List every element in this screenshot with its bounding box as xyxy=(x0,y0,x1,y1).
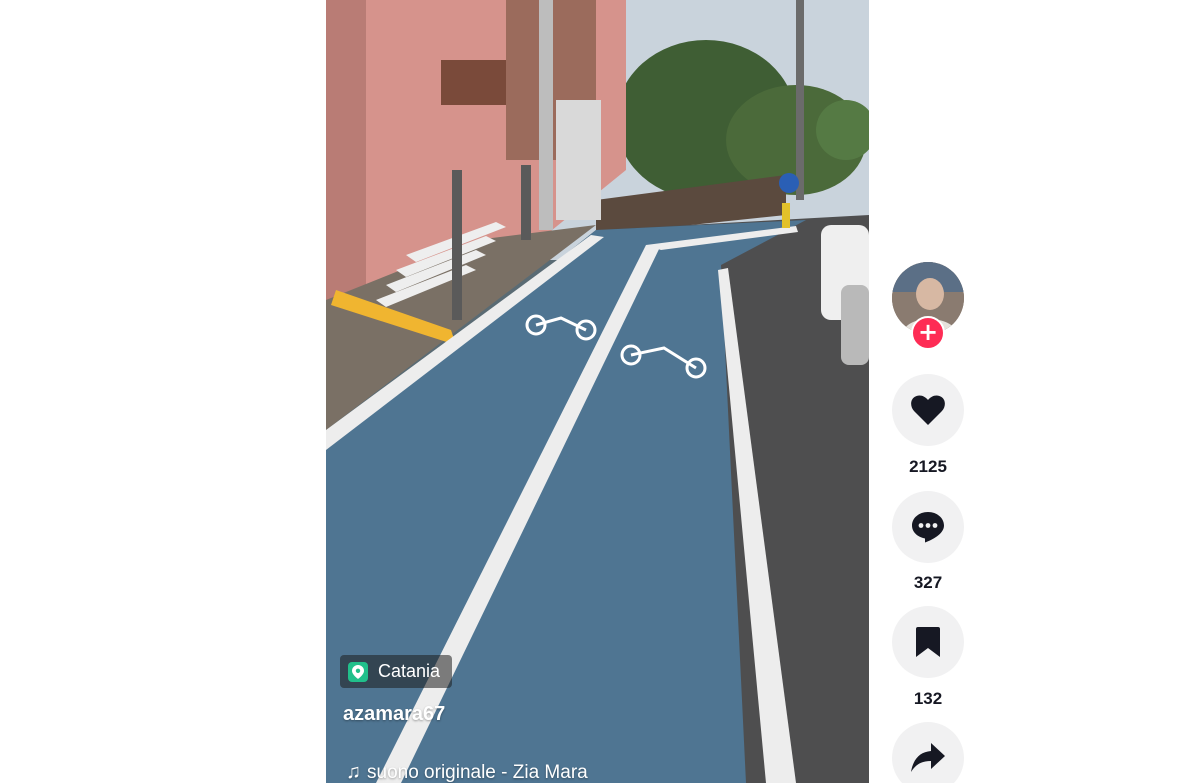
location-pin-icon xyxy=(348,661,368,682)
bookmark-count: 132 xyxy=(913,689,943,708)
bookmark-button[interactable] xyxy=(892,606,964,678)
music-note-icon: ♫ xyxy=(346,761,361,783)
sound-link[interactable]: ♫ suono originale - Zia Mara xyxy=(346,761,588,783)
like-count: 2125 xyxy=(909,457,947,476)
comment-button[interactable] xyxy=(892,491,964,563)
location-tag[interactable]: Catania xyxy=(340,655,453,688)
plus-icon: + xyxy=(917,318,939,346)
author-username[interactable]: azamara67 xyxy=(343,703,445,726)
sound-title: suono originale - Zia Mara xyxy=(367,761,588,783)
bookmark-icon xyxy=(916,627,940,657)
like-button[interactable] xyxy=(892,374,964,446)
comment-icon xyxy=(912,512,944,543)
video-player[interactable]: Catania azamara67 ♫ suono originale - Zi… xyxy=(326,0,869,783)
heart-icon xyxy=(911,395,945,425)
follow-button[interactable]: + xyxy=(911,316,945,350)
location-label: Catania xyxy=(378,661,441,681)
comment-count: 327 xyxy=(913,573,943,592)
share-button[interactable] xyxy=(892,722,964,783)
share-icon xyxy=(911,743,945,772)
